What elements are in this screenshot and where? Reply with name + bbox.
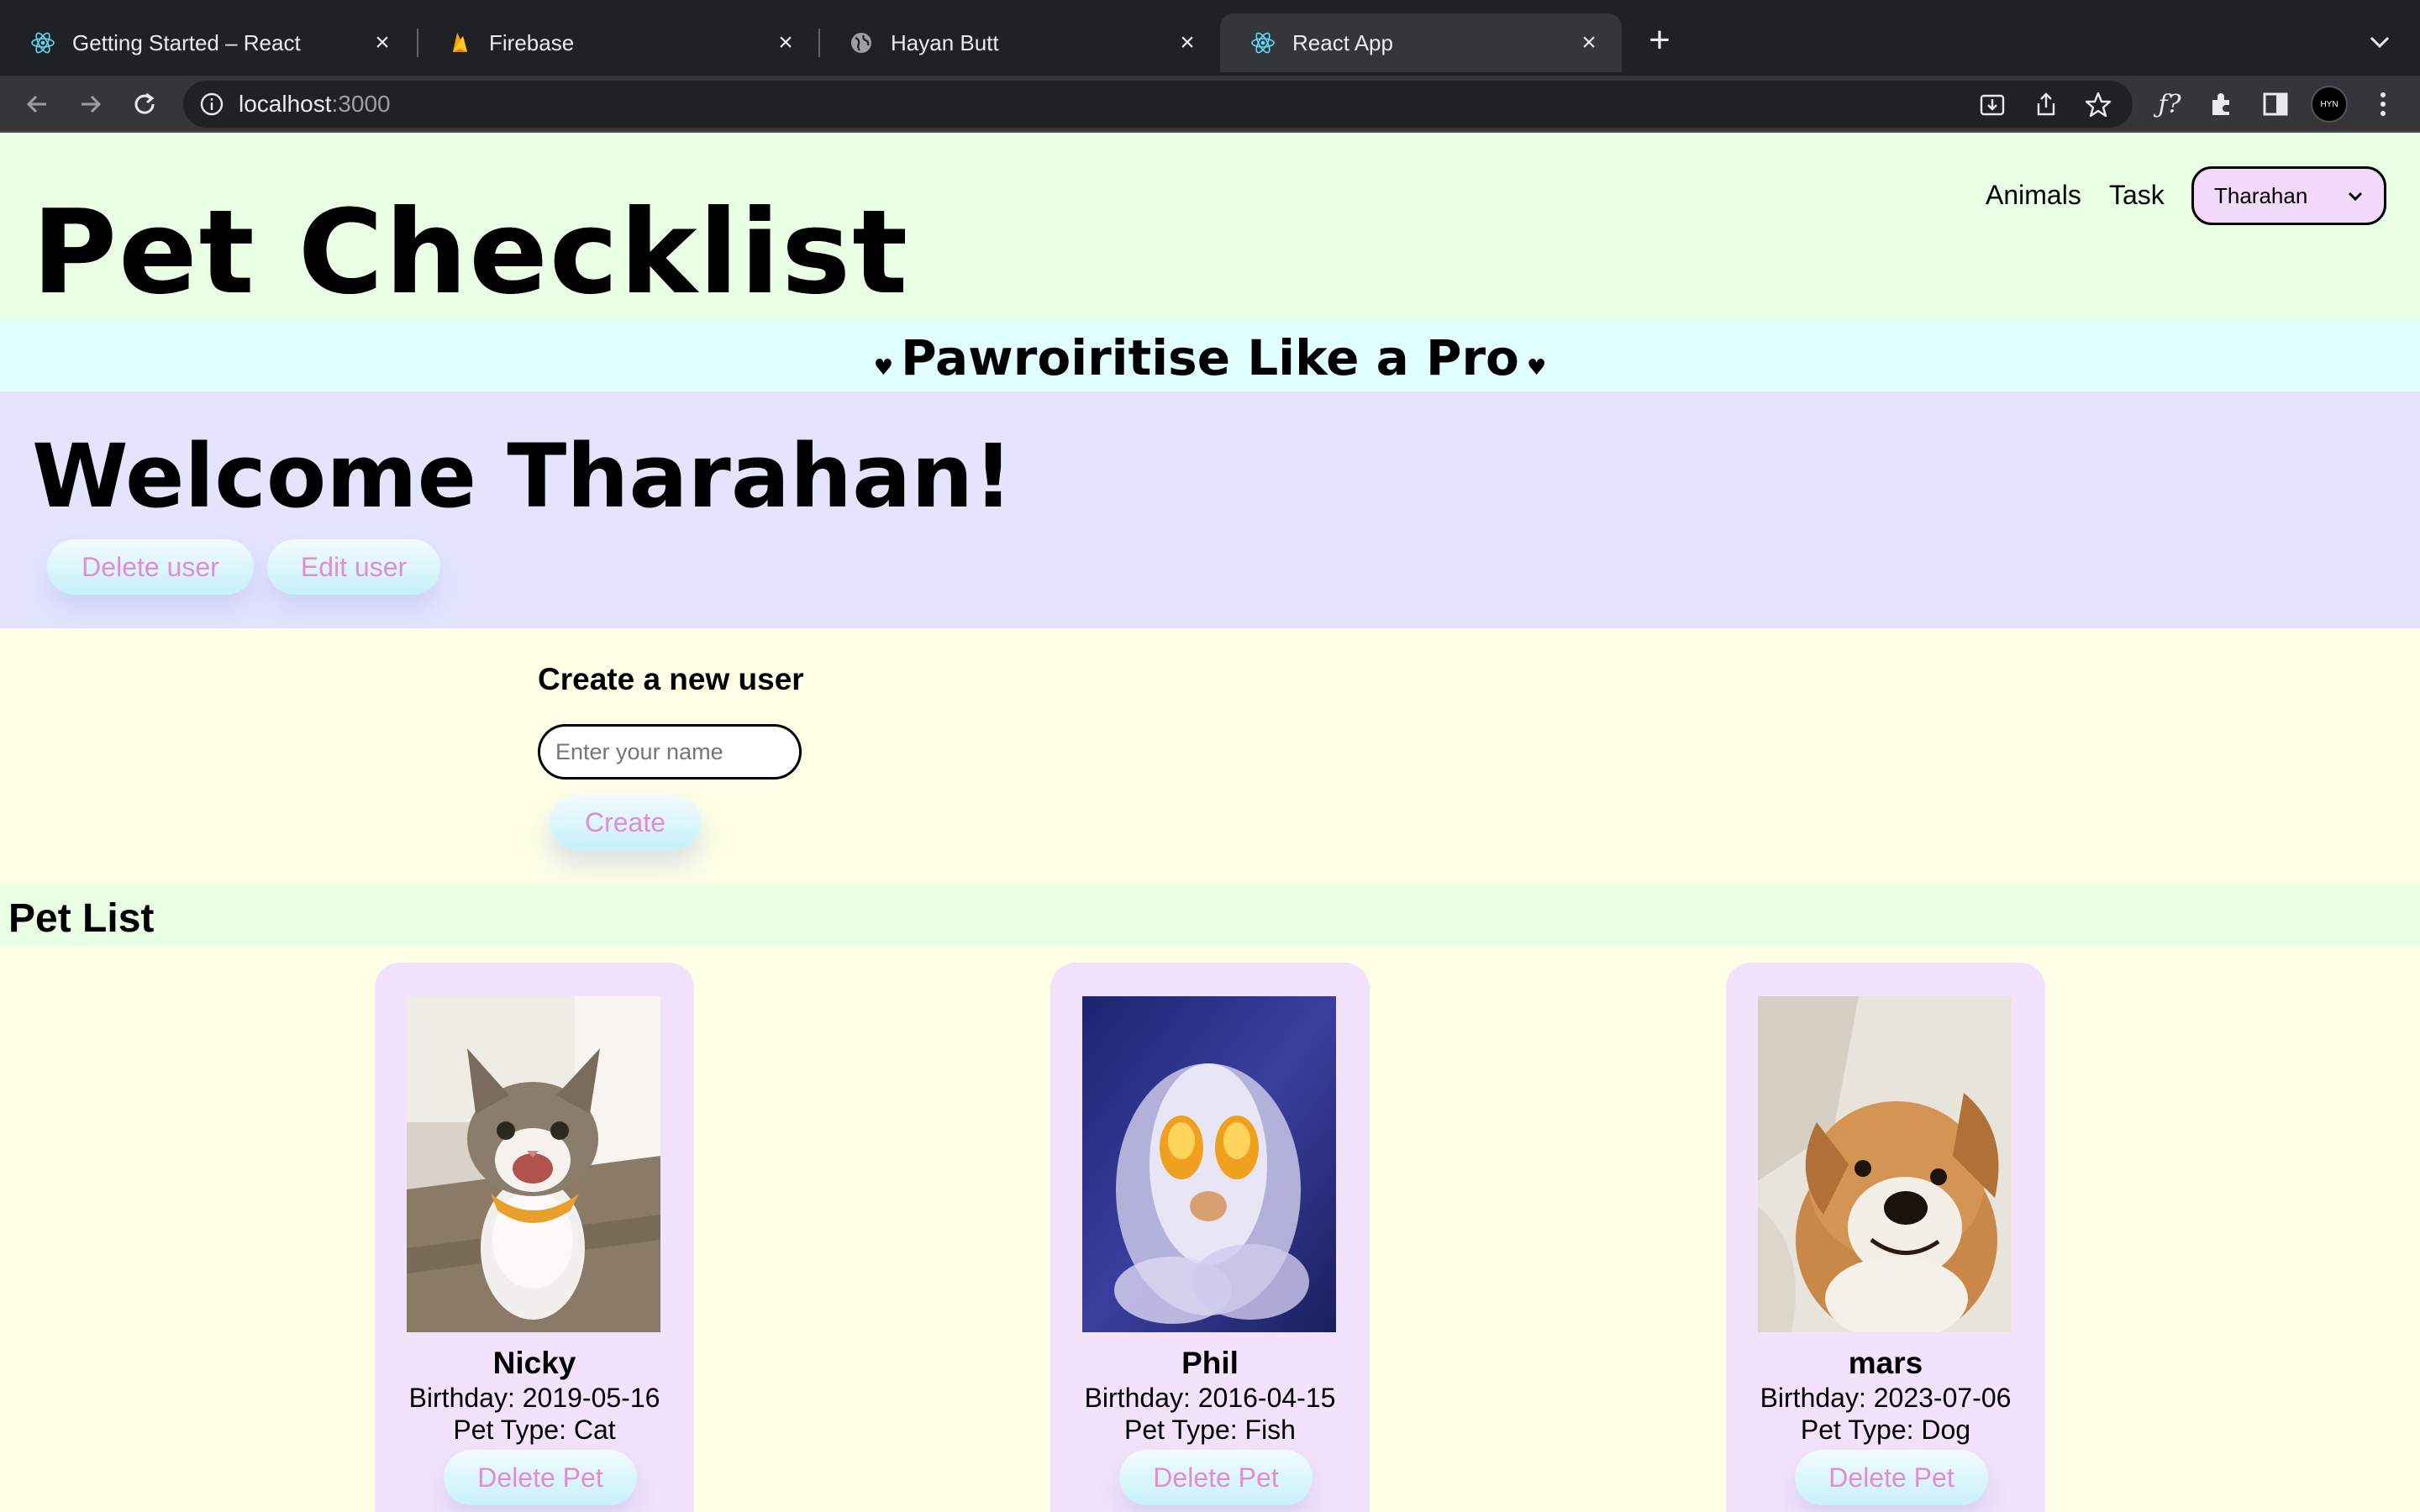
star-icon[interactable] [2084,91,2112,119]
tab-getting-started[interactable]: Getting Started – React × [0,13,415,72]
nav-link-animals[interactable]: Animals [1986,180,2081,211]
react-icon [30,30,55,55]
tab-title: Getting Started – React [72,29,301,55]
new-tab-button[interactable]: + [1640,22,1679,60]
tab-title: Hayan Butt [891,29,999,55]
extensions-icon[interactable] [2205,87,2238,121]
install-app-icon[interactable] [1978,91,2007,119]
tab-strip: Getting Started – React × Firebase × Hay… [0,0,2420,76]
pet-card: mars Birthday: 2023-07-06 Pet Type: Dog … [1726,963,2045,1512]
chevron-down-icon [2344,184,2367,207]
user-select[interactable]: Tharahan [2191,166,2386,225]
tab-firebase[interactable]: Firebase × [417,13,818,72]
tab-title: Firebase [489,29,575,55]
tagline: ♥ Pawroiritise Like a Pro ♥ [873,329,1547,386]
pet-name: Nicky [492,1346,576,1380]
pet-list-header: Pet List [0,884,2420,946]
pet-photo-dog [1758,996,2012,1332]
pet-name: Phil [1181,1346,1239,1380]
welcome-heading: Welcome Tharahan! [32,425,1013,528]
close-icon[interactable]: × [1175,30,1200,55]
menu-icon[interactable] [2366,87,2400,121]
side-panel-icon[interactable] [2259,87,2292,121]
user-select-value: Tharahan [2214,182,2308,208]
close-icon[interactable]: × [1576,30,1602,55]
close-icon[interactable]: × [370,30,395,55]
address-bar[interactable]: localhost:3000 [183,81,2133,128]
react-icon [1250,30,1276,55]
pet-birthday: Birthday: 2016-04-15 [1084,1383,1336,1413]
create-user-section: Create a new user [0,628,2420,884]
app-title: Pet Checklist [32,185,910,320]
pet-photo-fish [1082,996,1336,1332]
pet-birthday: Birthday: 2019-05-16 [408,1383,660,1413]
delete-pet-button[interactable]: Delete Pet [1119,1450,1313,1505]
reload-icon[interactable] [124,84,165,124]
delete-pet-button[interactable]: Delete Pet [444,1450,637,1505]
share-icon[interactable] [2032,91,2060,119]
delete-user-button[interactable]: Delete user [47,539,254,595]
pet-card: Nicky Birthday: 2019-05-16 Pet Type: Cat… [375,963,694,1512]
back-icon[interactable] [17,84,57,124]
pet-type: Pet Type: Cat [453,1415,616,1445]
tagline-banner: ♥ Pawroiritise Like a Pro ♥ [0,321,2420,391]
heart-icon: ♥ [873,355,902,381]
function-extension-icon[interactable]: ƒ? [2153,87,2186,121]
page-viewport: Pet Checklist Animals Task Tharahan ♥ Pa… [0,133,2420,1512]
pet-list-title: Pet List [8,896,155,941]
pet-type: Pet Type: Fish [1124,1415,1296,1445]
create-button[interactable]: Create [550,795,701,850]
tab-react-app[interactable]: React App × [1220,13,1622,72]
chevron-down-icon[interactable] [2363,25,2396,59]
welcome-section: Welcome Tharahan! Delete user Edit user [0,391,2420,628]
nav-link-task[interactable]: Task [2109,180,2165,211]
tab-title: React App [1292,29,1393,55]
close-icon[interactable]: × [773,30,798,55]
globe-icon [849,30,874,55]
tab-hayan-butt[interactable]: Hayan Butt × [818,13,1220,72]
browser-toolbar: localhost:3000 ƒ? HYN [0,76,2420,133]
page-header: Pet Checklist Animals Task Tharahan [0,133,2420,321]
profile-avatar[interactable]: HYN [2311,86,2348,123]
firebase-icon [447,30,472,55]
heart-icon: ♥ [1518,355,1547,381]
edit-user-button[interactable]: Edit user [267,539,440,595]
pet-type: Pet Type: Dog [1800,1415,1971,1445]
create-user-title: Create a new user [538,662,804,696]
url-text: localhost:3000 [239,91,391,117]
pet-card: Phil Birthday: 2016-04-15 Pet Type: Fish… [1050,963,1370,1512]
pet-birthday: Birthday: 2023-07-06 [1760,1383,2012,1413]
delete-pet-button[interactable]: Delete Pet [1795,1450,1988,1505]
name-input[interactable] [538,724,802,780]
pet-name: mars [1848,1346,1923,1380]
forward-icon[interactable] [71,84,111,124]
pet-photo-cat [407,996,660,1332]
site-info-icon[interactable] [198,91,225,118]
